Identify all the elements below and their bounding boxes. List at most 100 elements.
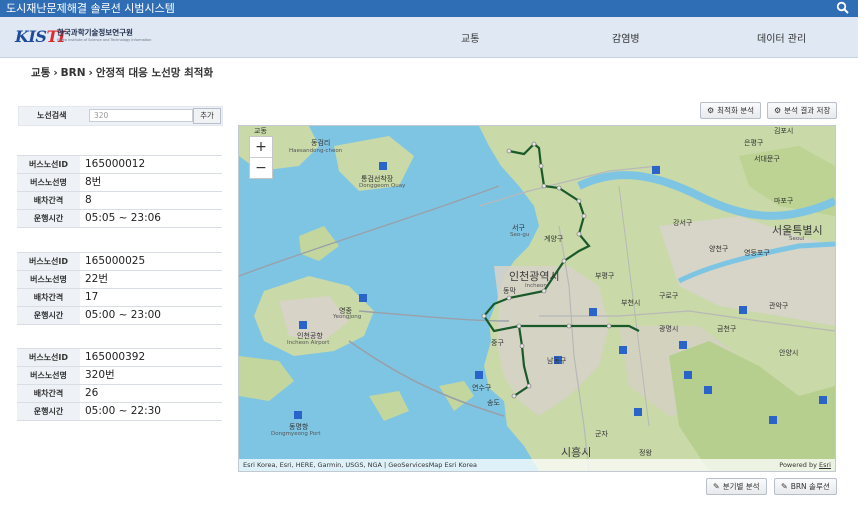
route-id-value: 165000025 [85,255,146,267]
map-canvas[interactable] [239,126,835,471]
table-row: 운행시간 05:05 ~ 23:06 [17,210,222,228]
app-title: 도시재난문제해결 솔루션 시범시스템 [6,2,175,15]
esri-link[interactable]: Esri [819,461,831,469]
table-row: 버스노선명 320번 [17,367,222,385]
route-interval-label: 배차간격 [17,385,80,402]
save-analysis-button[interactable]: ⚙ 분석 결과 저장 [767,102,838,119]
map-label-gwangmyeong: 광명시 [659,325,679,333]
table-row: 버스노선명 8번 [17,174,222,192]
zoom-in-button[interactable]: + [250,137,272,157]
chevron-right-icon: › [53,67,58,79]
route-id-value: 165000392 [85,351,146,363]
route-hours-value: 05:05 ~ 23:06 [85,212,161,224]
map-label-anyang: 안양시 [779,349,799,357]
route-name-value: 8번 [85,176,102,188]
map-attribution-text: Esri Korea, Esri, HERE, Garmin, USGS, NG… [243,461,477,469]
logo-korean-name: 한국과학기술정보연구원 [57,28,133,37]
map-label-port-en: Dongmyeong Port [271,431,321,437]
map-label-gwanak: 관악구 [769,302,789,310]
route-info-table: 버스노선ID 165000025 버스노선명 22번 배차간격 17 운행시간 05:0… [17,252,222,325]
map-label-dongrim: 동검리 [311,139,331,147]
map-label-yeongjong-en: Yeongjong [333,314,362,320]
table-row: 운행시간 05:00 ~ 22:30 [17,403,222,421]
map-label-donggeom-en: Donggeom Quay [359,183,406,189]
map-label-ganghwa: 교동 [254,127,267,135]
nav-data-management[interactable]: 데이터 관리 [757,30,806,45]
optimize-analysis-button[interactable]: ⚙ 최적화 분석 [700,102,762,119]
route-search-bar: 노선검색 추가 [18,106,223,126]
map-attribution: Esri Korea, Esri, HERE, Garmin, USGS, NG… [239,459,835,471]
map-label-haesan: Haesandong-cheon [289,148,343,154]
map-label-seodaemun: 서대문구 [754,155,780,163]
map-label-songdo: 송도 [487,399,500,407]
nav-infectious-disease[interactable]: 감염병 [612,30,640,45]
map-label-gangseo: 강서구 [673,219,693,227]
route-hours-label: 운행시간 [17,403,80,420]
route-hours-label: 운행시간 [17,210,80,227]
map-label-siheung: 시흥시 [561,446,592,459]
table-row: 배차간격 8 [17,192,222,210]
map-powered-by: Powered by Esri [779,461,831,469]
map-label-namdong: 남동구 [547,357,567,365]
route-name-value: 22번 [85,273,109,285]
route-id-label: 버스노선ID [17,349,80,366]
main-header: KISTI 한국과학기술정보연구원 Korea Institute of Sci… [0,17,858,58]
chevron-right-icon: › [88,67,93,79]
pencil-icon: ✎ [713,482,720,491]
map-label-junggu: 중구 [491,339,504,347]
add-route-button[interactable]: 추가 [193,108,221,124]
app-titlebar: 도시재난문제해결 솔루션 시범시스템 [0,0,858,17]
table-row: 배차간격 17 [17,289,222,307]
route-hours-label: 운행시간 [17,307,80,324]
route-interval-value: 26 [85,387,99,399]
brn-solution-button[interactable]: ✎ BRN 솔루션 [774,478,837,495]
route-interval-label: 배차간격 [17,289,80,306]
map-label-yeonsu: 연수구 [472,384,492,392]
route-search-input[interactable] [89,109,193,122]
table-row: 버스노선ID 165000012 [17,155,222,174]
map-label-jeongwang: 정왕 [639,449,652,457]
route-map[interactable]: 인천광역시 Incheon 서울특별시 Seoul 인천공항 Incheon A… [238,125,836,472]
table-row: 버스노선ID 165000392 [17,348,222,367]
route-id-label: 버스노선ID [17,253,80,270]
table-row: 배차간격 26 [17,385,222,403]
table-row: 버스노선명 22번 [17,271,222,289]
route-name-value: 320번 [85,369,115,381]
route-interval-value: 17 [85,291,99,303]
breadcrumb-current: 안정적 대응 노선망 최적화 [95,67,214,79]
breadcrumb: 교통 › BRN › 안정적 대응 노선망 최적화 [31,65,213,80]
route-search-label: 노선검색 [37,111,67,120]
map-label-bucheon: 부천시 [621,299,641,307]
map-label-incheon-en: Incheon [525,283,547,289]
map-label-seo-gu-en: Seo-gu [510,232,530,238]
route-id-value: 165000012 [85,158,146,170]
breadcrumb-item[interactable]: 교통 [31,67,50,79]
pencil-icon: ✎ [781,482,788,491]
route-id-label: 버스노선ID [17,156,80,173]
kisti-logo[interactable]: KISTI 한국과학기술정보연구원 Korea Institute of Sci… [15,25,152,49]
map-label-gunja: 군자 [595,430,608,438]
map-label-geumcheon: 금천구 [717,325,737,333]
map-label-guro: 구로구 [659,292,679,300]
breadcrumb-item[interactable]: BRN [61,67,86,79]
route-hours-value: 05:00 ~ 23:00 [85,309,161,321]
route-interval-label: 배차간격 [17,192,80,209]
map-label-seoul-en: Seoul [789,236,805,242]
map-label-airport-en: Incheon Airport [287,340,330,346]
search-icon[interactable] [836,1,850,15]
gear-icon: ⚙ [707,106,715,115]
map-label-dongmak: 동막 [503,287,516,295]
nav-traffic[interactable]: 교통 [461,30,479,45]
logo-english-name: Korea Institute of Science and Technolog… [57,38,152,42]
table-row: 운행시간 05:00 ~ 23:00 [17,307,222,325]
gear-icon: ⚙ [774,106,782,115]
table-row: 버스노선ID 165000025 [17,252,222,271]
map-label-bupyeong: 부평구 [595,272,615,280]
route-interval-value: 8 [85,194,92,206]
zoom-out-button[interactable]: − [250,157,272,178]
map-label-gyeyang: 계양구 [544,235,564,243]
map-label-yeongdeungpo: 영등포구 [744,249,770,257]
branch-analysis-button[interactable]: ✎ 분기별 분석 [706,478,767,495]
route-name-label: 버스노선명 [17,367,80,384]
route-name-label: 버스노선명 [17,271,80,288]
